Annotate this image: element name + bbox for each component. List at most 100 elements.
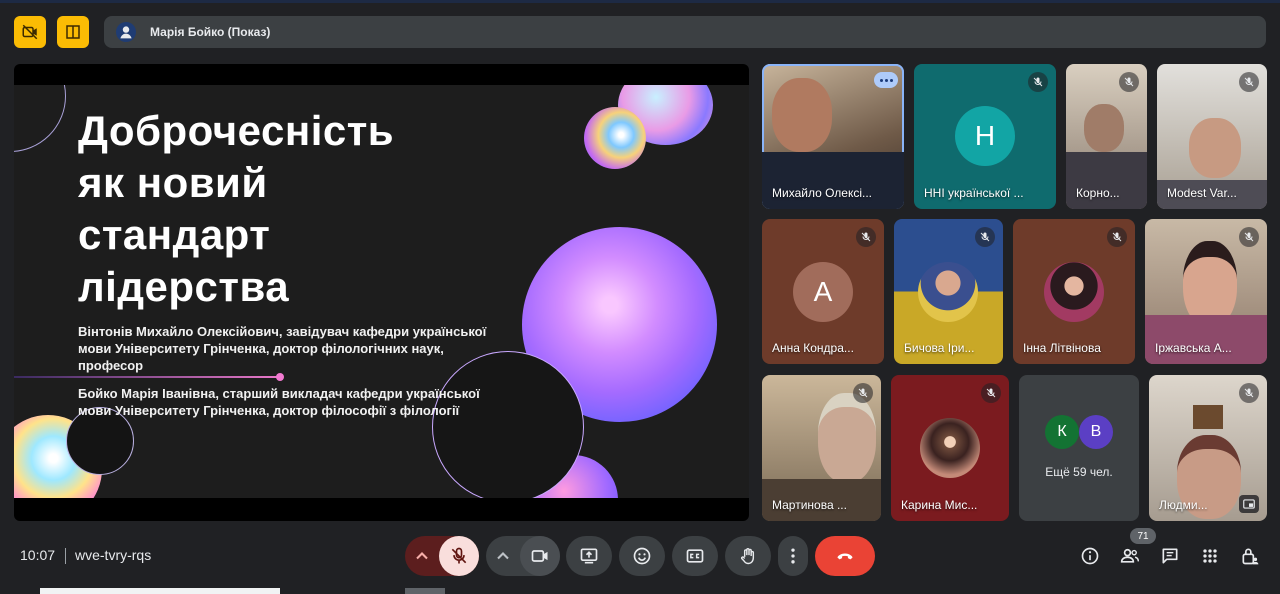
participant-tile[interactable]: Інна Літвінова bbox=[1013, 219, 1135, 364]
participant-name: Інна Літвінова bbox=[1023, 341, 1101, 355]
raise-hand-button[interactable] bbox=[725, 536, 771, 576]
slide-ring-decor bbox=[14, 85, 66, 152]
apps-grid-icon bbox=[1203, 549, 1217, 563]
raise-hand-icon bbox=[741, 547, 755, 565]
mic-off-indicator bbox=[1239, 227, 1259, 247]
captions-button[interactable] bbox=[672, 536, 718, 576]
pip-button[interactable] bbox=[1239, 495, 1259, 513]
mic-off-icon bbox=[980, 232, 990, 242]
participant-avatar bbox=[918, 262, 978, 322]
chat-icon bbox=[1162, 548, 1178, 564]
emoji-icon bbox=[633, 547, 651, 565]
participant-tile[interactable]: Михайло Олексі... bbox=[762, 64, 904, 209]
mic-off-icon bbox=[1033, 77, 1043, 87]
participant-tile[interactable]: Modest Var... bbox=[1157, 64, 1267, 209]
bottom-edge-strip bbox=[40, 588, 280, 594]
participant-name: Карина Мис... bbox=[901, 498, 978, 512]
others-avatar: В bbox=[1079, 415, 1113, 449]
participant-suit bbox=[762, 152, 904, 209]
video-options-button[interactable] bbox=[486, 536, 520, 576]
participant-avatar: Н bbox=[955, 106, 1015, 166]
people-icon bbox=[1120, 548, 1140, 563]
picture-in-picture-icon bbox=[1243, 499, 1255, 509]
bottom-edge-strip bbox=[405, 588, 445, 594]
mic-off-indicator bbox=[1239, 383, 1259, 403]
mic-off-indicator bbox=[1028, 72, 1048, 92]
mic-off-indicator bbox=[1107, 227, 1127, 247]
presenter-avatar bbox=[116, 22, 136, 42]
chat-button[interactable] bbox=[1158, 544, 1182, 568]
others-tile[interactable]: К В Ещё 59 чел. bbox=[1019, 375, 1139, 521]
presenter-bar: Марія Бойко (Показ) bbox=[104, 16, 1266, 48]
meeting-details-button[interactable] bbox=[1078, 544, 1102, 568]
activities-button[interactable] bbox=[1198, 544, 1222, 568]
captions-icon bbox=[686, 549, 704, 563]
camera-toggle-button[interactable] bbox=[520, 536, 560, 576]
participant-body bbox=[1066, 152, 1147, 209]
participant-tile[interactable]: Мартинова ... bbox=[762, 375, 881, 521]
participant-name: Корно... bbox=[1076, 186, 1120, 200]
others-count: Ещё 59 чел. bbox=[1045, 465, 1113, 479]
participant-body bbox=[1145, 315, 1267, 364]
participant-tile[interactable]: Корно... bbox=[1066, 64, 1147, 209]
participant-avatar: А bbox=[793, 262, 853, 322]
reactions-button[interactable] bbox=[619, 536, 665, 576]
audio-options-button[interactable] bbox=[405, 536, 439, 576]
participant-face bbox=[772, 78, 832, 152]
info-icon bbox=[1081, 547, 1099, 565]
slide-author-2: Бойко Марія Іванівна, старший викладач к… bbox=[78, 386, 480, 418]
participant-face bbox=[1084, 104, 1124, 152]
mic-off-icon bbox=[986, 388, 996, 398]
presentation-stage[interactable]: Доброчесність як новий стандарт лідерств… bbox=[14, 64, 749, 521]
camera-off-toggle-button[interactable] bbox=[14, 16, 46, 48]
top-accent-line bbox=[0, 0, 1280, 3]
slide-orb-decor bbox=[584, 107, 646, 169]
presenter-name: Марія Бойко (Показ) bbox=[150, 25, 271, 39]
mic-off-icon bbox=[1112, 232, 1122, 242]
chevron-up-icon bbox=[497, 552, 509, 560]
others-avatar: К bbox=[1045, 415, 1079, 449]
participant-avatar bbox=[920, 418, 980, 478]
mic-off-icon bbox=[861, 232, 871, 242]
mic-off-icon bbox=[1244, 77, 1254, 87]
participant-tile[interactable]: Бичова Іри... bbox=[894, 219, 1003, 364]
participant-name: Бичова Іри... bbox=[904, 341, 975, 355]
mic-off-icon bbox=[451, 547, 467, 564]
present-button[interactable] bbox=[566, 536, 612, 576]
more-options-button[interactable] bbox=[874, 72, 898, 88]
mic-off-indicator bbox=[856, 227, 876, 247]
mic-toggle-button[interactable] bbox=[439, 536, 479, 576]
mic-off-indicator bbox=[981, 383, 1001, 403]
layout-icon bbox=[66, 25, 80, 39]
participant-name: ННІ української ... bbox=[924, 186, 1024, 200]
participant-tile[interactable]: А Анна Кондра... bbox=[762, 219, 884, 364]
participant-name: Анна Кондра... bbox=[772, 341, 854, 355]
lock-person-icon bbox=[1242, 548, 1259, 565]
more-options-button[interactable] bbox=[778, 536, 808, 576]
mic-off-icon bbox=[1244, 388, 1254, 398]
mic-off-icon bbox=[1124, 77, 1134, 87]
mic-off-icon bbox=[1244, 232, 1254, 242]
participant-tile[interactable]: Людми... bbox=[1149, 375, 1267, 521]
slide-dot-decor bbox=[276, 373, 284, 381]
people-count-badge: 71 bbox=[1130, 528, 1156, 544]
people-button[interactable] bbox=[1118, 544, 1142, 568]
participant-tile[interactable]: Іржавська А... bbox=[1145, 219, 1267, 364]
wall-picture bbox=[1193, 405, 1223, 429]
host-controls-button[interactable] bbox=[1238, 544, 1262, 568]
participant-tile[interactable]: Н ННІ української ... bbox=[914, 64, 1056, 209]
presenter-avatar-icon bbox=[120, 26, 132, 39]
camera-control-group bbox=[486, 536, 560, 576]
mic-control-group bbox=[405, 536, 479, 576]
participant-tile[interactable]: Карина Мис... bbox=[891, 375, 1009, 521]
leave-call-button[interactable] bbox=[815, 536, 875, 576]
slide-author-1: Вінтонів Михайло Олексійович, завідувач … bbox=[78, 324, 487, 373]
layout-button[interactable] bbox=[57, 16, 89, 48]
present-screen-icon bbox=[580, 548, 598, 564]
slide-title: Доброчесність як новий стандарт лідерств… bbox=[78, 107, 395, 310]
hang-up-icon bbox=[837, 553, 853, 560]
camera-icon bbox=[531, 550, 548, 562]
participant-name: Михайло Олексі... bbox=[772, 186, 873, 200]
meeting-code: wve-tvry-rqs bbox=[75, 547, 152, 563]
mic-off-icon bbox=[858, 388, 868, 398]
